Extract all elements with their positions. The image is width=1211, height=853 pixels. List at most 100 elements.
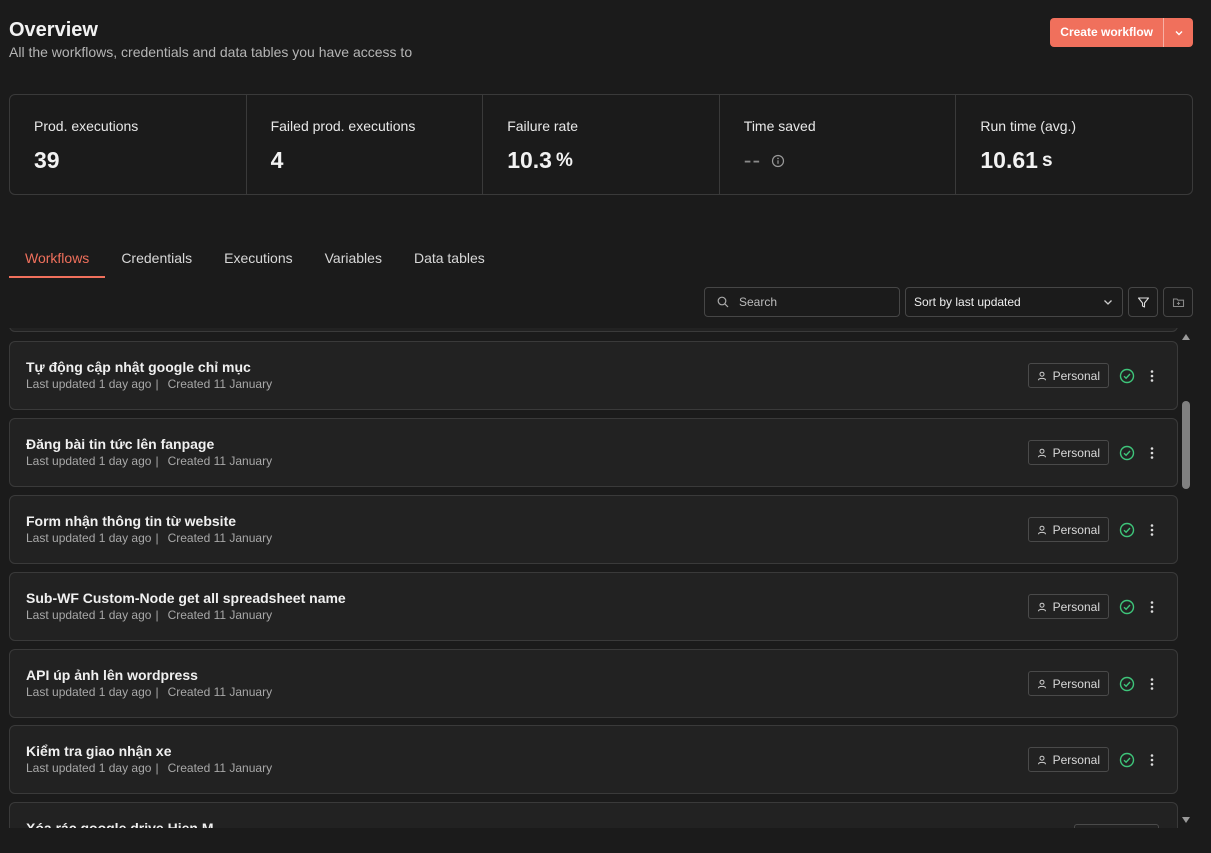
tab-bar: Workflows Credentials Executions Variabl… — [9, 243, 501, 278]
meta-separator: | — [155, 377, 159, 391]
sort-select[interactable]: Sort by last updated — [905, 287, 1123, 317]
workflow-card-partial[interactable]: Xóa rác google drive Hien M — [9, 802, 1178, 828]
owner-label: Personal — [1052, 599, 1100, 614]
owner-label: Personal — [1052, 522, 1100, 537]
workflow-card[interactable]: Tự động cập nhật google chỉ mục Last upd… — [9, 341, 1178, 410]
workflow-card-partial[interactable] — [9, 328, 1178, 332]
tab-credentials[interactable]: Credentials — [105, 243, 208, 278]
scrollbar-thumb[interactable] — [1182, 401, 1190, 489]
scroll-down-arrow[interactable] — [1181, 816, 1191, 826]
workflow-name[interactable]: API úp ảnh lên wordpress — [26, 667, 198, 683]
workflow-name[interactable]: Đăng bài tin tức lên fanpage — [26, 436, 214, 452]
workflow-card[interactable]: Kiểm tra giao nhận xe Last updated 1 day… — [9, 725, 1178, 794]
owner-label: Personal — [1052, 676, 1100, 691]
meta-separator: | — [155, 454, 159, 468]
tab-executions[interactable]: Executions — [208, 243, 308, 278]
more-vertical-icon — [1150, 523, 1154, 536]
new-folder-button[interactable] — [1163, 287, 1193, 317]
created-date: Created 11 January — [167, 685, 273, 699]
stat-time-saved[interactable]: Time saved -- — [720, 95, 957, 194]
last-updated: Last updated 1 day ago — [26, 608, 152, 622]
page-title: Overview — [9, 19, 98, 41]
more-options-button[interactable] — [1145, 600, 1159, 614]
check-circle-icon — [1119, 522, 1135, 537]
stat-failure-rate[interactable]: Failure rate 10.3% — [483, 95, 720, 194]
workflow-actions: Personal — [1027, 747, 1159, 772]
last-updated: Last updated 1 day ago — [26, 685, 152, 699]
search-icon — [717, 296, 729, 308]
owner-badge: Personal — [1027, 517, 1109, 542]
folder-plus-icon — [1172, 297, 1184, 307]
stat-label: Failure rate — [507, 118, 578, 134]
tab-variables[interactable]: Variables — [309, 243, 398, 278]
stat-prod-executions[interactable]: Prod. executions 39 — [10, 95, 247, 194]
more-vertical-icon — [1150, 753, 1154, 766]
more-vertical-icon — [1150, 677, 1154, 690]
more-options-button[interactable] — [1145, 753, 1159, 767]
stat-number: 10.61 — [980, 147, 1038, 173]
stats-panel: Prod. executions 39 Failed prod. executi… — [9, 94, 1193, 195]
workflow-meta: Last updated 1 day ago | Created 11 Januar… — [26, 685, 272, 699]
create-workflow-dropdown-button[interactable] — [1164, 18, 1193, 47]
workflow-meta: Last updated 1 day ago | Created 11 Januar… — [26, 454, 272, 468]
stat-number: -- — [743, 147, 762, 173]
stat-unit: % — [555, 149, 573, 171]
workflow-actions: Personal — [1027, 440, 1159, 465]
stat-unit: s — [1041, 149, 1053, 171]
owner-label: Personal — [1052, 368, 1100, 383]
workflow-name[interactable]: Xóa rác google drive Hien M — [26, 820, 214, 828]
user-icon — [1037, 525, 1046, 534]
created-date: Created 11 January — [167, 761, 273, 775]
workflow-card[interactable]: Sub-WF Custom-Node get all spreadsheet n… — [9, 572, 1178, 641]
check-circle-icon — [1119, 599, 1135, 614]
create-workflow-group: Create workflow — [1050, 18, 1193, 47]
user-icon — [1037, 755, 1046, 764]
workflow-card[interactable]: Đăng bài tin tức lên fanpage Last update… — [9, 418, 1178, 487]
create-workflow-button[interactable]: Create workflow — [1050, 18, 1163, 47]
chevron-down-icon — [1104, 300, 1112, 305]
stat-value: 10.61 s — [980, 147, 1192, 174]
stat-run-time[interactable]: Run time (avg.) 10.61 s — [956, 95, 1192, 194]
owner-badge: Personal — [1027, 671, 1109, 696]
filter-button[interactable] — [1128, 287, 1158, 317]
tab-workflows[interactable]: Workflows — [9, 243, 106, 278]
stat-value: -- — [744, 147, 956, 174]
meta-separator: | — [155, 685, 159, 699]
workflow-meta: Last updated 1 day ago | Created 11 Januar… — [26, 377, 272, 391]
search-box — [704, 287, 900, 317]
created-date: Created 11 January — [167, 377, 273, 391]
workflow-name[interactable]: Sub-WF Custom-Node get all spreadsheet n… — [26, 590, 346, 606]
search-input[interactable] — [739, 295, 889, 309]
scroll-up-arrow[interactable] — [1181, 333, 1191, 343]
workflow-card[interactable]: API úp ảnh lên wordpress Last updated 1 … — [9, 649, 1178, 718]
owner-label: Personal — [1052, 445, 1100, 460]
workflow-card[interactable]: Form nhận thông tin từ website Last upda… — [9, 495, 1178, 564]
stat-failed-executions[interactable]: Failed prod. executions 4 — [247, 95, 484, 194]
more-options-button[interactable] — [1145, 446, 1159, 460]
workflow-name[interactable]: Kiểm tra giao nhận xe — [26, 743, 171, 759]
scrollbar[interactable] — [1180, 330, 1192, 828]
more-options-button[interactable] — [1145, 523, 1159, 537]
workflow-actions: Personal — [1027, 363, 1159, 388]
workflow-meta: Last updated 1 day ago | Created 11 Januar… — [26, 761, 272, 775]
stat-number: 10.3 — [507, 147, 552, 173]
meta-separator: | — [155, 761, 159, 775]
workflow-name[interactable]: Tự động cập nhật google chỉ mục — [26, 359, 251, 375]
check-circle-icon — [1119, 752, 1135, 767]
triangle-down-icon — [1182, 817, 1190, 823]
info-icon[interactable] — [771, 154, 785, 168]
stat-label: Prod. executions — [34, 118, 139, 134]
created-date: Created 11 January — [167, 454, 273, 468]
last-updated: Last updated 1 day ago — [26, 454, 152, 468]
user-icon — [1037, 371, 1046, 380]
workflow-name[interactable]: Form nhận thông tin từ website — [26, 513, 236, 529]
created-date: Created 11 January — [167, 608, 273, 622]
tab-data-tables[interactable]: Data tables — [398, 243, 501, 278]
workflow-actions: Personal — [1027, 517, 1159, 542]
user-icon — [1037, 679, 1046, 688]
more-vertical-icon — [1150, 369, 1154, 382]
more-options-button[interactable] — [1145, 677, 1159, 691]
more-options-button[interactable] — [1145, 369, 1159, 383]
owner-badge: Personal — [1027, 594, 1109, 619]
stat-label: Time saved — [743, 118, 816, 134]
